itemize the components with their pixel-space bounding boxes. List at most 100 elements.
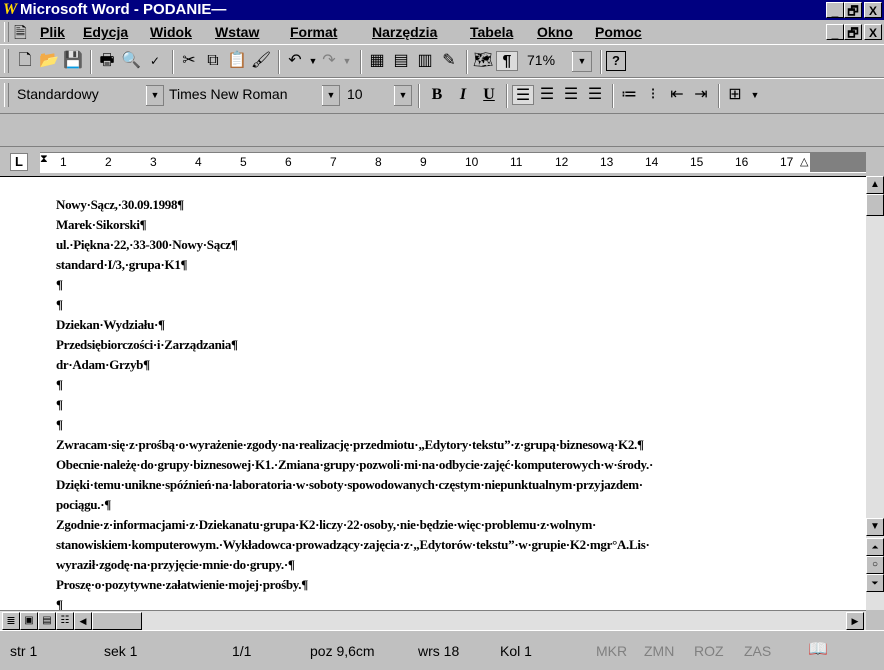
columns-icon[interactable]: ▥ — [414, 51, 436, 71]
zoom-dropdown[interactable]: ▼ — [572, 51, 592, 72]
copy-icon[interactable]: ⧉ — [202, 51, 224, 71]
document-line[interactable]: Zgodnie·z·informacjami·z·Dziekanatu·grup… — [56, 517, 596, 533]
insert-excel-icon[interactable]: ▤ — [390, 51, 412, 71]
status-zmn[interactable]: ZMN — [644, 643, 674, 659]
next-page-icon[interactable]: ⏷ — [866, 574, 884, 592]
right-indent-icon[interactable]: △ — [800, 155, 808, 168]
help-icon[interactable]: ? — [606, 51, 626, 71]
size-dropdown[interactable]: ▼ — [394, 85, 412, 106]
document-line[interactable]: standard·I/3,·grupa·K1¶ — [56, 257, 188, 273]
page-layout-icon[interactable]: ▤ — [38, 612, 56, 630]
toolbar-grip[interactable] — [4, 83, 9, 107]
menu-plik[interactable]: Plik — [40, 24, 65, 40]
print-preview-icon[interactable]: 🔍 — [120, 51, 142, 71]
style-dropdown[interactable]: ▼ — [146, 85, 164, 106]
toolbar-grip[interactable] — [4, 49, 9, 73]
document-line[interactable]: Proszę·o·pozytywne·załatwienie·mojej·pro… — [56, 577, 308, 593]
scroll-left-icon[interactable]: ◀ — [74, 612, 92, 630]
document-line[interactable]: dr·Adam·Grzyb¶ — [56, 357, 150, 373]
document-line[interactable]: pociągu.·¶ — [56, 497, 111, 513]
font-select[interactable]: Times New Roman — [166, 85, 320, 106]
document-line[interactable]: ¶ — [56, 377, 63, 393]
save-icon[interactable]: 💾 — [62, 51, 84, 71]
horizontal-thumb[interactable] — [92, 612, 142, 630]
restore-button[interactable]: 🗗 — [844, 2, 862, 18]
paste-icon[interactable]: 📋 — [226, 51, 248, 71]
status-mkr[interactable]: MKR — [596, 643, 627, 659]
spelling-status-icon[interactable]: 📖 — [808, 639, 828, 659]
document-line[interactable]: Dzięki·temu·unikne·spóźnień·na·laborator… — [56, 477, 643, 493]
drawing-icon[interactable]: ✎ — [438, 51, 460, 71]
spelling-icon[interactable]: ✓ — [144, 51, 166, 71]
cut-icon[interactable]: ✂ — [178, 51, 200, 71]
close-button[interactable]: X — [864, 2, 882, 18]
tab-selector[interactable]: L — [10, 153, 28, 171]
show-hide-icon[interactable]: ¶ — [496, 51, 518, 71]
horizontal-scrollbar[interactable]: ≣ ▣ ▤ ☷ ◀ ▶ — [0, 610, 866, 631]
outline-view-icon[interactable]: ☷ — [56, 612, 74, 630]
document-map-icon[interactable]: 🗺 — [472, 51, 494, 71]
menu-tabela[interactable]: Tabela — [470, 24, 513, 40]
scroll-down-icon[interactable]: ▼ — [866, 518, 884, 536]
bullets-icon[interactable]: ⁝ — [642, 85, 664, 105]
previous-page-icon[interactable]: ⏶ — [866, 538, 884, 556]
align-center-icon[interactable]: ☰ — [536, 85, 558, 105]
document-line[interactable]: ¶ — [56, 417, 63, 433]
justify-icon[interactable]: ☰ — [584, 85, 606, 105]
borders-icon[interactable]: ⊞ — [724, 85, 746, 105]
menu-okno[interactable]: Okno — [537, 24, 573, 40]
open-folder-icon[interactable]: 📂 — [38, 51, 60, 71]
new-document-icon[interactable]: 🗋 — [14, 51, 36, 71]
document-line[interactable]: Nowy·Sącz,·30.09.1998¶ — [56, 197, 184, 213]
menu-edycja[interactable]: Edycja — [83, 24, 128, 40]
format-painter-icon[interactable]: 🖌 — [250, 51, 272, 71]
document-line[interactable]: Dziekan·Wydziału·¶ — [56, 317, 165, 333]
menu-grip[interactable] — [4, 22, 9, 42]
document-area[interactable]: Nowy·Sącz,·30.09.1998¶ Marek·Sikorski¶ ul.… — [0, 176, 866, 611]
underline-button[interactable]: U — [478, 85, 500, 105]
status-zas[interactable]: ZAS — [744, 643, 771, 659]
first-line-indent-icon[interactable]: ⧗ — [40, 153, 48, 166]
menu-widok[interactable]: Widok — [150, 24, 192, 40]
online-layout-icon[interactable]: ▣ — [20, 612, 38, 630]
menu-pomoc[interactable]: Pomoc — [595, 24, 642, 40]
normal-view-icon[interactable]: ≣ — [2, 612, 20, 630]
document-line[interactable]: wyraził·zgodę·na·przyjęcie·mnie·do·grupy… — [56, 557, 295, 573]
document-line[interactable]: Przedsiębiorczości·i·Zarządzania¶ — [56, 337, 238, 353]
document-line[interactable]: Obecnie·należę·do·grupy·biznesowej·K1.·Z… — [56, 457, 653, 473]
align-right-icon[interactable]: ☰ — [560, 85, 582, 105]
doc-close-button[interactable]: X — [864, 24, 882, 40]
document-line[interactable]: stanowiskiem·komputerowym.·Wykładowca·pr… — [56, 537, 650, 553]
numbering-icon[interactable]: ≔ — [618, 85, 640, 105]
print-icon[interactable]: 🖶 — [96, 51, 118, 71]
vertical-scrollbar[interactable]: ▲ ▼ ⏶ ○ ⏷ — [866, 176, 884, 610]
redo-dropdown-icon[interactable]: ▼ — [336, 51, 358, 71]
document-line[interactable]: ul.·Piękna·22,·33-300·Nowy·Sącz¶ — [56, 237, 238, 253]
doc-minimize-button[interactable]: _ — [826, 24, 844, 40]
align-left-icon[interactable]: ☰ — [512, 85, 534, 105]
italic-button[interactable]: I — [452, 85, 474, 105]
browse-object-icon[interactable]: ○ — [866, 556, 884, 574]
document-line[interactable]: Marek·Sikorski¶ — [56, 217, 147, 233]
ruler-strip[interactable]: ⧗ 1 2 3 4 5 6 7 8 9 10 11 12 13 14 15 16 17 △ — [40, 152, 866, 173]
style-select[interactable]: Standardowy — [14, 85, 150, 106]
status-roz[interactable]: ROZ — [694, 643, 724, 659]
minimize-button[interactable]: _ — [826, 2, 844, 18]
scroll-thumb[interactable] — [866, 194, 884, 216]
document-line[interactable]: ¶ — [56, 397, 63, 413]
document-line[interactable]: Zwracam·się·z·prośbą·o·wyrażenie·zgody·n… — [56, 437, 644, 453]
scroll-up-icon[interactable]: ▲ — [866, 176, 884, 194]
doc-restore-button[interactable]: 🗗 — [844, 24, 862, 40]
document-line[interactable]: ¶ — [56, 297, 63, 313]
increase-indent-icon[interactable]: ⇥ — [690, 85, 712, 105]
size-select[interactable]: 10 — [344, 85, 388, 106]
document-line[interactable]: ¶ — [56, 597, 63, 611]
borders-dropdown-icon[interactable]: ▼ — [744, 85, 766, 105]
menu-narzedzia[interactable]: Narzędzia — [372, 24, 437, 40]
menu-wstaw[interactable]: Wstaw — [215, 24, 259, 40]
document-line[interactable]: ¶ — [56, 277, 63, 293]
insert-table-icon[interactable]: ▦ — [366, 51, 388, 71]
decrease-indent-icon[interactable]: ⇤ — [666, 85, 688, 105]
scroll-right-icon[interactable]: ▶ — [846, 612, 864, 630]
menu-format[interactable]: Format — [290, 24, 337, 40]
